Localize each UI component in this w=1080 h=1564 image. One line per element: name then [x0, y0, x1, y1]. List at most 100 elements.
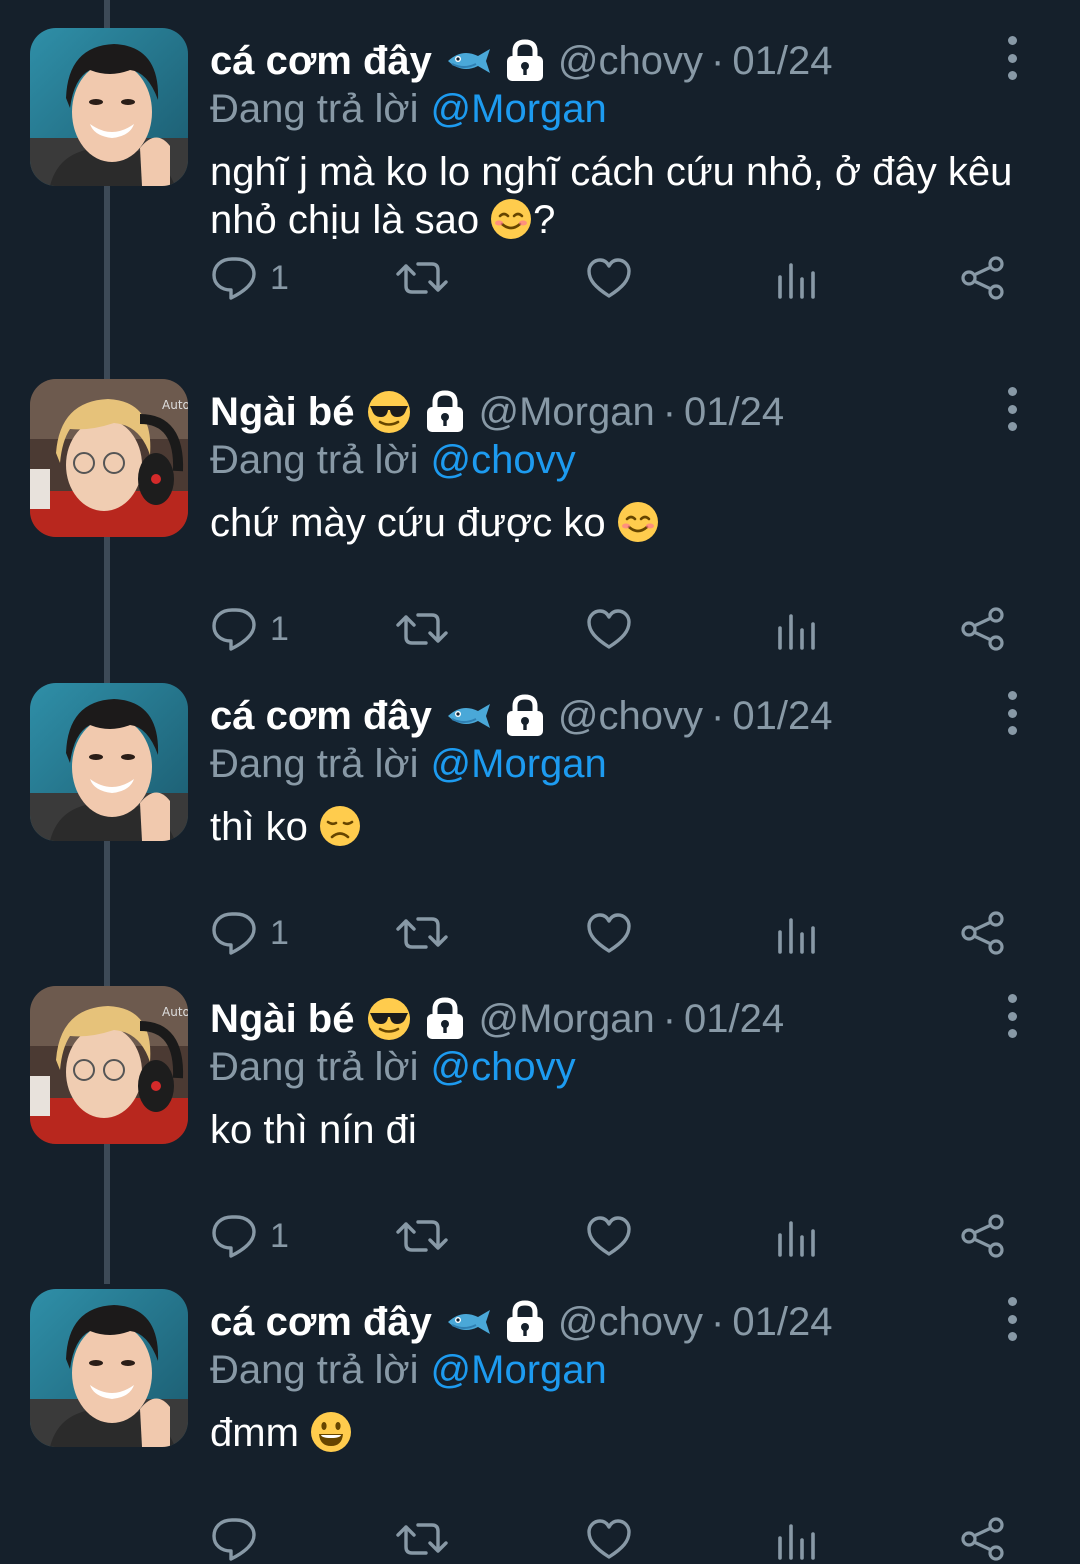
avatar-morgan[interactable]: AutoF	[30, 986, 188, 1144]
tweet[interactable]: cá cơm đây @chovy · 01/24 Đang trả lời @…	[0, 0, 1080, 303]
grinning-emoji-icon	[309, 1410, 353, 1465]
more-options-icon[interactable]	[992, 691, 1032, 735]
reply-context: Đang trả lời @chovy	[210, 1042, 576, 1092]
reply-button[interactable]: 1	[210, 1211, 289, 1261]
share-icon	[961, 911, 1004, 955]
reply-prefix: Đang trả lời	[210, 741, 419, 786]
action-bar: 1	[210, 604, 1010, 654]
tweet-date[interactable]: 01/24	[732, 694, 832, 739]
reply-icon	[212, 1215, 256, 1258]
tweet[interactable]: AutoF Ngài bé @Morgan · 01/24 Đang trả l…	[0, 303, 1080, 654]
share-icon	[961, 1517, 1004, 1561]
separator: ·	[662, 996, 677, 1041]
tweet-date[interactable]: 01/24	[684, 390, 784, 435]
analytics-button[interactable]	[776, 604, 816, 654]
tweet[interactable]: cá cơm đây @chovy · 01/24 Đang trả lời @…	[0, 1261, 1080, 1564]
more-options-icon[interactable]	[992, 994, 1032, 1038]
retweet-button[interactable]	[396, 908, 448, 958]
reply-to-link[interactable]: @Morgan	[431, 1348, 607, 1393]
tweet-body: chứ mày cứu được ko	[210, 501, 606, 545]
lock-icon	[424, 390, 466, 434]
retweet-icon	[396, 262, 448, 294]
share-button[interactable]	[960, 1211, 1006, 1261]
tweet-date[interactable]: 01/24	[684, 997, 784, 1042]
reply-icon	[212, 912, 256, 955]
share-button[interactable]	[960, 908, 1006, 958]
like-button[interactable]	[586, 1514, 632, 1564]
user-handle[interactable]: @chovy	[558, 39, 703, 84]
tweet[interactable]: cá cơm đây @chovy · 01/24 Đang trả lời @…	[0, 607, 1080, 958]
user-handle[interactable]: @chovy	[558, 694, 703, 739]
share-button[interactable]	[960, 253, 1006, 303]
more-options-icon[interactable]	[992, 1297, 1032, 1341]
analytics-icon	[778, 614, 815, 650]
user-handle[interactable]: @Morgan	[478, 390, 654, 435]
display-name[interactable]: cá cơm đây	[210, 694, 432, 739]
tweet-text: chứ mày cứu được ko	[210, 499, 1050, 555]
reply-button[interactable]: 1	[210, 253, 289, 303]
display-name[interactable]: Ngài bé	[210, 997, 354, 1042]
like-button[interactable]	[586, 908, 632, 958]
lock-icon	[504, 694, 546, 738]
sunglasses-icon	[366, 996, 412, 1042]
retweet-button[interactable]	[396, 1211, 448, 1261]
display-name[interactable]: cá cơm đây	[210, 1300, 432, 1345]
tweet-text: đmm	[210, 1409, 1050, 1465]
reply-count: 1	[270, 1216, 289, 1255]
heart-icon	[587, 913, 631, 953]
separator: ·	[711, 38, 725, 83]
retweet-button[interactable]	[396, 253, 448, 303]
share-button[interactable]	[960, 604, 1006, 654]
reply-to-link[interactable]: @chovy	[431, 438, 576, 483]
display-name[interactable]: Ngài bé	[210, 390, 354, 435]
analytics-button[interactable]	[776, 1514, 816, 1564]
fish-icon	[444, 1307, 492, 1337]
display-name[interactable]: cá cơm đây	[210, 39, 432, 84]
tweet-date[interactable]: 01/24	[732, 39, 832, 84]
smiling-blush-emoji-icon	[489, 197, 533, 252]
separator: ·	[711, 1299, 725, 1344]
share-button[interactable]	[960, 1514, 1006, 1564]
retweet-button[interactable]	[396, 1514, 448, 1564]
reply-to-link[interactable]: @Morgan	[431, 742, 607, 787]
tweet-body: đmm	[210, 1411, 299, 1455]
reply-count: 1	[270, 913, 289, 952]
svg-text:AutoF: AutoF	[162, 398, 188, 412]
retweet-button[interactable]	[396, 604, 448, 654]
thread-line	[104, 186, 110, 303]
reply-icon	[212, 1518, 256, 1561]
reply-button[interactable]	[210, 1514, 270, 1564]
more-options-icon[interactable]	[992, 387, 1032, 431]
user-handle[interactable]: @Morgan	[478, 997, 654, 1042]
tweet-header: cá cơm đây @chovy · 01/24	[210, 34, 832, 88]
tweet[interactable]: AutoF Ngài bé @Morgan · 01/24 Đang trả l…	[0, 910, 1080, 1284]
reply-to-link[interactable]: @chovy	[431, 1045, 576, 1090]
retweet-icon	[396, 1523, 448, 1555]
more-options-icon[interactable]	[992, 36, 1032, 80]
lock-icon	[504, 39, 546, 83]
tweet-text: ko thì nín đi	[210, 1106, 1050, 1154]
retweet-icon	[396, 917, 448, 949]
avatar-chovy[interactable]	[30, 1289, 188, 1447]
avatar-chovy[interactable]	[30, 683, 188, 841]
reply-context: Đang trả lời @Morgan	[210, 739, 607, 789]
analytics-button[interactable]	[776, 908, 816, 958]
reply-prefix: Đang trả lời	[210, 86, 419, 131]
like-button[interactable]	[586, 253, 632, 303]
analytics-button[interactable]	[776, 1211, 816, 1261]
user-handle[interactable]: @chovy	[558, 1300, 703, 1345]
reply-button[interactable]: 1	[210, 604, 289, 654]
analytics-button[interactable]	[776, 253, 816, 303]
tweet-body: thì ko	[210, 805, 308, 849]
avatar-chovy[interactable]	[30, 28, 188, 186]
like-button[interactable]	[586, 1211, 632, 1261]
avatar-morgan[interactable]: AutoF	[30, 379, 188, 537]
analytics-icon	[778, 263, 815, 299]
reply-context: Đang trả lời @chovy	[210, 435, 576, 485]
like-button[interactable]	[586, 604, 632, 654]
reply-count: 1	[270, 609, 289, 648]
reply-to-link[interactable]: @Morgan	[431, 87, 607, 132]
reply-button[interactable]: 1	[210, 908, 289, 958]
tweet-date[interactable]: 01/24	[732, 1300, 832, 1345]
lock-icon	[424, 997, 466, 1041]
